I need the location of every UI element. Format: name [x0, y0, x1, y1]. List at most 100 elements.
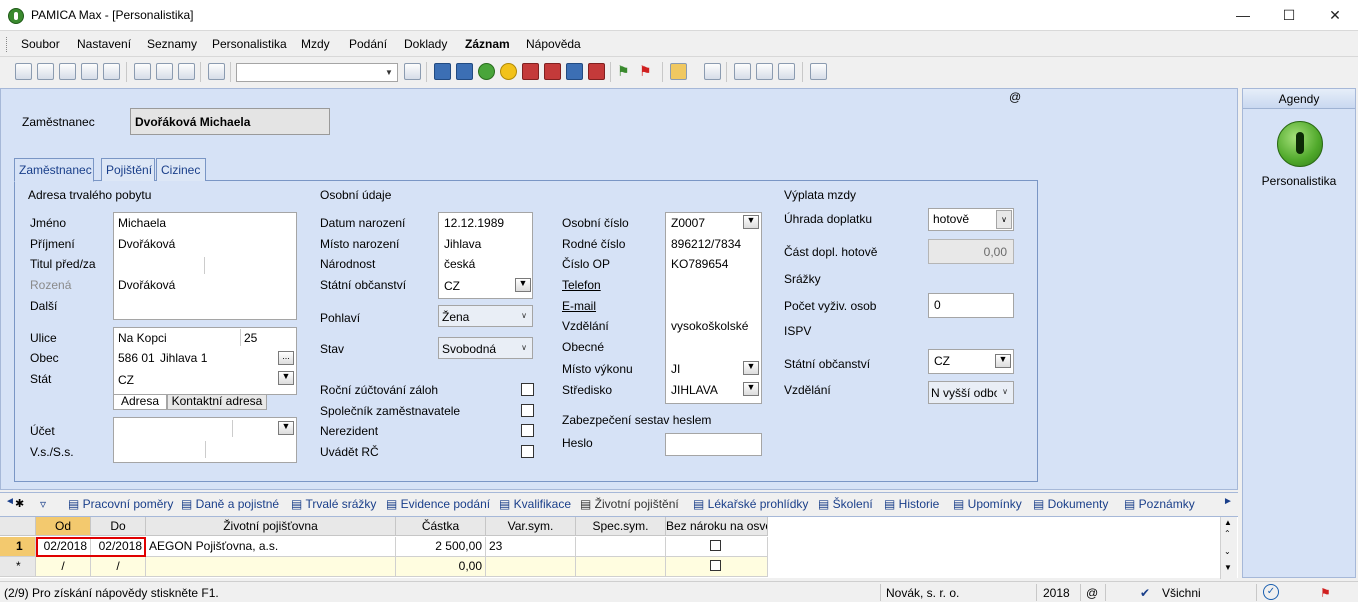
psc-value[interactable]: 586 01: [118, 351, 155, 365]
message-icon[interactable]: [734, 63, 751, 80]
menu-seznamy[interactable]: Seznamy: [147, 37, 197, 51]
col-pojistovna[interactable]: Životní pojišťovna: [146, 517, 396, 536]
personalistika-icon[interactable]: [478, 63, 495, 80]
stredisko-dropdown-button[interactable]: ▼: [743, 382, 759, 396]
flag-icon[interactable]: ⚑: [1320, 586, 1331, 600]
export-icon[interactable]: [103, 63, 120, 80]
datum-value[interactable]: 12.12.1989: [444, 216, 504, 230]
module-m-blue-icon[interactable]: [566, 63, 583, 80]
col-od[interactable]: Od: [36, 517, 91, 536]
ucet-dropdown-button[interactable]: ▼: [278, 421, 294, 435]
stat-value[interactable]: CZ: [118, 373, 134, 387]
flag-red-icon[interactable]: ⚑: [639, 63, 656, 80]
nav-left-icon[interactable]: ◄: [5, 496, 15, 507]
new-record-icon[interactable]: [134, 63, 151, 80]
save-icon[interactable]: [156, 63, 173, 80]
close-button[interactable]: ✕: [1312, 0, 1358, 31]
narodnost-value[interactable]: česká: [444, 257, 475, 271]
spolecnik-checkbox[interactable]: [521, 404, 534, 417]
tab-dane-pojistne[interactable]: ▤ Daně a pojistné: [181, 497, 279, 511]
cislo-value[interactable]: 25: [244, 331, 257, 345]
list-icon[interactable]: [756, 63, 773, 80]
prijmeni-value[interactable]: Dvořáková: [118, 237, 175, 251]
menu-nastaveni[interactable]: Nastavení: [77, 37, 131, 51]
maximize-button[interactable]: ☐: [1266, 0, 1312, 31]
module-m-red2-icon[interactable]: [544, 63, 561, 80]
person-yellow-icon[interactable]: [500, 63, 517, 80]
row2-pojistovna[interactable]: [146, 557, 396, 577]
row2-bez-naroku-checkbox[interactable]: [710, 560, 721, 571]
tab-pracovni-pomery[interactable]: ▤ Pracovní poměry: [68, 497, 173, 511]
tab-cizinec[interactable]: Cizinec: [156, 158, 206, 181]
op-value[interactable]: KO789654: [671, 257, 728, 271]
menu-doklady[interactable]: Doklady: [404, 37, 447, 51]
scroll-bottom-icon[interactable]: ▼: [1224, 563, 1232, 572]
pocet-input[interactable]: 0: [928, 293, 1014, 318]
tab-lekarske-prohlidky[interactable]: ▤ Lékařské prohlídky: [693, 497, 808, 511]
row2-do[interactable]: /: [91, 557, 146, 577]
vzdelani-value[interactable]: vysokoškolské: [671, 319, 748, 333]
rocni-checkbox[interactable]: [521, 383, 534, 396]
module-m-red3-icon[interactable]: [588, 63, 605, 80]
tab-zamestnanec[interactable]: Zaměstnanec: [14, 158, 94, 182]
tab-pojisteni[interactable]: Pojištění: [101, 158, 155, 181]
jmeno-value[interactable]: Michaela: [118, 216, 166, 230]
toolbar-combo[interactable]: ▼: [236, 63, 398, 82]
personalistika-agenda-icon[interactable]: [1277, 121, 1323, 167]
calculator-icon[interactable]: [704, 63, 721, 80]
col-castka[interactable]: Částka: [396, 517, 486, 536]
obec-value[interactable]: Jihlava 1: [160, 351, 207, 365]
email-link[interactable]: E-mail: [562, 299, 596, 313]
menu-soubor[interactable]: Soubor: [21, 37, 60, 51]
tab-skoleni[interactable]: ▤ Školení: [818, 497, 873, 511]
filter-small-icon[interactable]: ▿: [40, 497, 46, 511]
minimize-button[interactable]: —: [1220, 0, 1266, 31]
row1-var[interactable]: 23: [486, 537, 576, 557]
ulice-value[interactable]: Na Kopci: [118, 331, 167, 345]
copy-icon[interactable]: [208, 63, 225, 80]
folder-icon[interactable]: [670, 63, 687, 80]
open-icon[interactable]: [15, 63, 32, 80]
rozena-value[interactable]: Dvořáková: [118, 278, 175, 292]
row-number[interactable]: 1: [0, 537, 36, 557]
col-spec[interactable]: Spec.sym.: [576, 517, 666, 536]
row2-var[interactable]: [486, 557, 576, 577]
tab-evidence-podani[interactable]: ▤ Evidence podání: [386, 497, 490, 511]
col-var[interactable]: Var.sym.: [486, 517, 576, 536]
col-bez-naroku[interactable]: Bez nároku na osvo: [666, 517, 768, 536]
grid-scrollbar[interactable]: ▲ ⌃ ⌄ ▼: [1220, 517, 1237, 579]
flag-green-icon[interactable]: ⚑: [617, 63, 634, 80]
tab-upominky[interactable]: ▤ Upomínky: [953, 497, 1022, 511]
tab-zivotni-pojisteni[interactable]: ▤ Životní pojištění: [580, 497, 679, 511]
row1-spec[interactable]: [576, 537, 666, 557]
scroll-top-icon[interactable]: ▲: [1224, 518, 1232, 527]
stat-ellipsis-button[interactable]: ▼: [278, 371, 294, 385]
verified-icon[interactable]: ✓: [1263, 584, 1279, 600]
menu-napoveda[interactable]: Nápověda: [526, 37, 581, 51]
stredisko-value[interactable]: JIHLAVA: [671, 383, 718, 397]
row2-spec[interactable]: [576, 557, 666, 577]
filter-icon[interactable]: [404, 63, 421, 80]
uvadet-checkbox[interactable]: [521, 445, 534, 458]
osobni-dropdown-button[interactable]: ▼: [743, 215, 759, 229]
row2-od[interactable]: /: [36, 557, 91, 577]
agenda-item-label[interactable]: Personalistika: [1243, 174, 1355, 188]
menu-podani[interactable]: Podání: [349, 37, 387, 51]
print-preview-icon[interactable]: [81, 63, 98, 80]
misto-vykonu-dropdown-button[interactable]: ▼: [743, 361, 759, 375]
asterisk-icon[interactable]: ✱: [15, 497, 24, 510]
nav-right-icon[interactable]: ►: [1223, 496, 1233, 507]
row1-castka[interactable]: 2 500,00: [396, 537, 486, 557]
scroll-down-icon[interactable]: ⌄: [1224, 547, 1231, 556]
module-person-icon[interactable]: [456, 63, 473, 80]
tab-trvale-srazky[interactable]: ▤ Trvalé srážky: [291, 497, 376, 511]
status-filter[interactable]: Všichni: [1162, 586, 1201, 600]
telefon-link[interactable]: Telefon: [562, 278, 601, 292]
scroll-up-icon[interactable]: ⌃: [1224, 529, 1231, 538]
obcanstvi-dropdown-button[interactable]: ▼: [515, 278, 531, 292]
col-do[interactable]: Do: [91, 517, 146, 536]
save-all-icon[interactable]: [178, 63, 195, 80]
row2-castka[interactable]: 0,00: [396, 557, 486, 577]
menu-zaznam[interactable]: Záznam: [465, 37, 510, 51]
help-icon[interactable]: [810, 63, 827, 80]
